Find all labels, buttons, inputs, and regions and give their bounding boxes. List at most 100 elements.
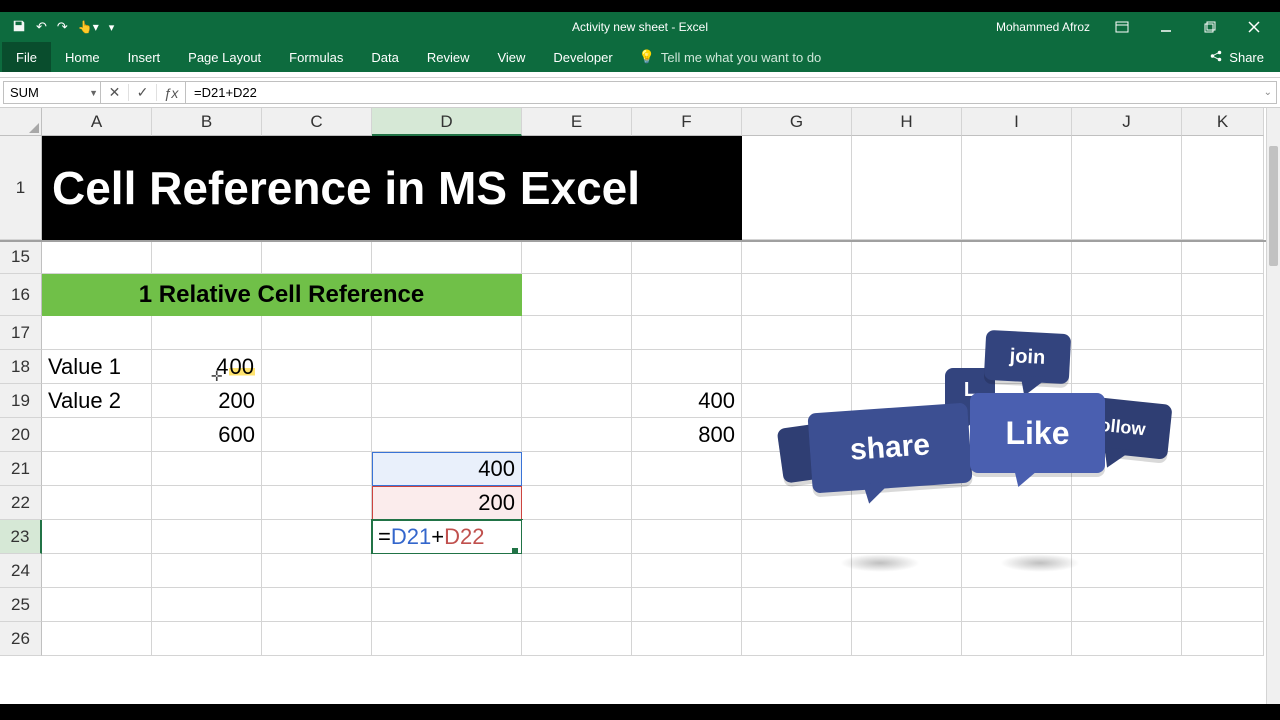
col-header-D[interactable]: D (372, 108, 522, 136)
cell-B21[interactable] (152, 452, 262, 486)
cell-K18[interactable] (1182, 350, 1264, 384)
cell-C18[interactable] (262, 350, 372, 384)
col-header-J[interactable]: J (1072, 108, 1182, 136)
cell-A22[interactable] (42, 486, 152, 520)
cell-G26[interactable] (742, 622, 852, 656)
cell-B24[interactable] (152, 554, 262, 588)
cell-B22[interactable] (152, 486, 262, 520)
save-icon[interactable] (12, 19, 26, 36)
share-button[interactable]: Share (1193, 42, 1280, 72)
cell-F18[interactable] (632, 350, 742, 384)
cell-E17[interactable] (522, 316, 632, 350)
tab-view[interactable]: View (483, 42, 539, 72)
cell-D23-editing[interactable]: =D21+D22 (372, 520, 522, 554)
col-header-A[interactable]: A (42, 108, 152, 136)
cell-F24[interactable] (632, 554, 742, 588)
cell-F16[interactable] (632, 274, 742, 316)
row-header-23[interactable]: 23 (0, 520, 42, 554)
cell-K19[interactable] (1182, 384, 1264, 418)
worksheet[interactable]: A B C D E F G H I J K 1 15 16 17 18 19 2… (0, 108, 1280, 704)
row-header-19[interactable]: 19 (0, 384, 42, 418)
cell-B26[interactable] (152, 622, 262, 656)
cell-section-header[interactable]: 1 Relative Cell Reference (42, 274, 522, 316)
cell-C21[interactable] (262, 452, 372, 486)
cell-A18[interactable]: Value 1 (42, 350, 152, 384)
scrollbar-thumb[interactable] (1269, 146, 1278, 266)
cell-B15[interactable] (152, 240, 262, 274)
cell-H25[interactable] (852, 588, 962, 622)
cell-G15[interactable] (742, 240, 852, 274)
cell-B23[interactable] (152, 520, 262, 554)
cell-A15[interactable] (42, 240, 152, 274)
cell-F21[interactable] (632, 452, 742, 486)
col-header-F[interactable]: F (632, 108, 742, 136)
vertical-scrollbar[interactable] (1266, 108, 1280, 704)
row-header-15[interactable]: 15 (0, 240, 42, 274)
cell-I26[interactable] (962, 622, 1072, 656)
tab-review[interactable]: Review (413, 42, 484, 72)
cell-J16[interactable] (1072, 274, 1182, 316)
cell-E25[interactable] (522, 588, 632, 622)
row-header-25[interactable]: 25 (0, 588, 42, 622)
row-header-17[interactable]: 17 (0, 316, 42, 350)
cell-E15[interactable] (522, 240, 632, 274)
chevron-down-icon[interactable]: ▼ (89, 88, 98, 98)
tab-insert[interactable]: Insert (114, 42, 175, 72)
col-header-G[interactable]: G (742, 108, 852, 136)
tab-data[interactable]: Data (357, 42, 412, 72)
tab-home[interactable]: Home (51, 42, 114, 72)
cell-C26[interactable] (262, 622, 372, 656)
cell-K15[interactable] (1182, 240, 1264, 274)
maximize-icon[interactable] (1190, 12, 1230, 42)
cell-K16[interactable] (1182, 274, 1264, 316)
cell-A23[interactable] (42, 520, 152, 554)
cell-A21[interactable] (42, 452, 152, 486)
cell-K24[interactable] (1182, 554, 1264, 588)
cell-B18[interactable]: 400✛ (152, 350, 262, 384)
name-box[interactable]: SUM ▼ (3, 81, 101, 104)
formula-input[interactable]: =D21+D22 ⌄ (186, 81, 1277, 104)
cell-K25[interactable] (1182, 588, 1264, 622)
cell-H26[interactable] (852, 622, 962, 656)
minimize-icon[interactable] (1146, 12, 1186, 42)
cell-A26[interactable] (42, 622, 152, 656)
cell-I25[interactable] (962, 588, 1072, 622)
cell-H16[interactable] (852, 274, 962, 316)
cell-D25[interactable] (372, 588, 522, 622)
cell-F26[interactable] (632, 622, 742, 656)
cell-D20[interactable] (372, 418, 522, 452)
cell-F23[interactable] (632, 520, 742, 554)
tab-developer[interactable]: Developer (539, 42, 626, 72)
col-header-B[interactable]: B (152, 108, 262, 136)
cell-I1[interactable] (962, 136, 1072, 240)
cell-K22[interactable] (1182, 486, 1264, 520)
col-header-I[interactable]: I (962, 108, 1072, 136)
cell-title[interactable]: Cell Reference in MS Excel (42, 136, 742, 240)
select-all-corner[interactable] (0, 108, 42, 136)
cell-D22[interactable]: 200 (372, 486, 522, 520)
row-header-16[interactable]: 16 (0, 274, 42, 316)
ribbon-display-icon[interactable] (1102, 12, 1142, 42)
cell-A20[interactable] (42, 418, 152, 452)
row-header-1[interactable]: 1 (0, 136, 42, 240)
cell-E26[interactable] (522, 622, 632, 656)
cell-E22[interactable] (522, 486, 632, 520)
col-header-E[interactable]: E (522, 108, 632, 136)
cell-E23[interactable] (522, 520, 632, 554)
cell-E16[interactable] (522, 274, 632, 316)
touch-mode-icon[interactable]: 👆▾ (78, 20, 99, 34)
cell-J26[interactable] (1072, 622, 1182, 656)
cell-E24[interactable] (522, 554, 632, 588)
cell-D17[interactable] (372, 316, 522, 350)
cell-F20[interactable]: 800 (632, 418, 742, 452)
cell-A19[interactable]: Value 2 (42, 384, 152, 418)
cell-B17[interactable] (152, 316, 262, 350)
expand-formula-icon[interactable]: ⌄ (1264, 87, 1272, 98)
cell-C15[interactable] (262, 240, 372, 274)
cell-A24[interactable] (42, 554, 152, 588)
cell-K1[interactable] (1182, 136, 1264, 240)
undo-icon[interactable]: ↶ (36, 19, 47, 35)
cell-K26[interactable] (1182, 622, 1264, 656)
cell-B19[interactable]: 200 (152, 384, 262, 418)
cell-K20[interactable] (1182, 418, 1264, 452)
